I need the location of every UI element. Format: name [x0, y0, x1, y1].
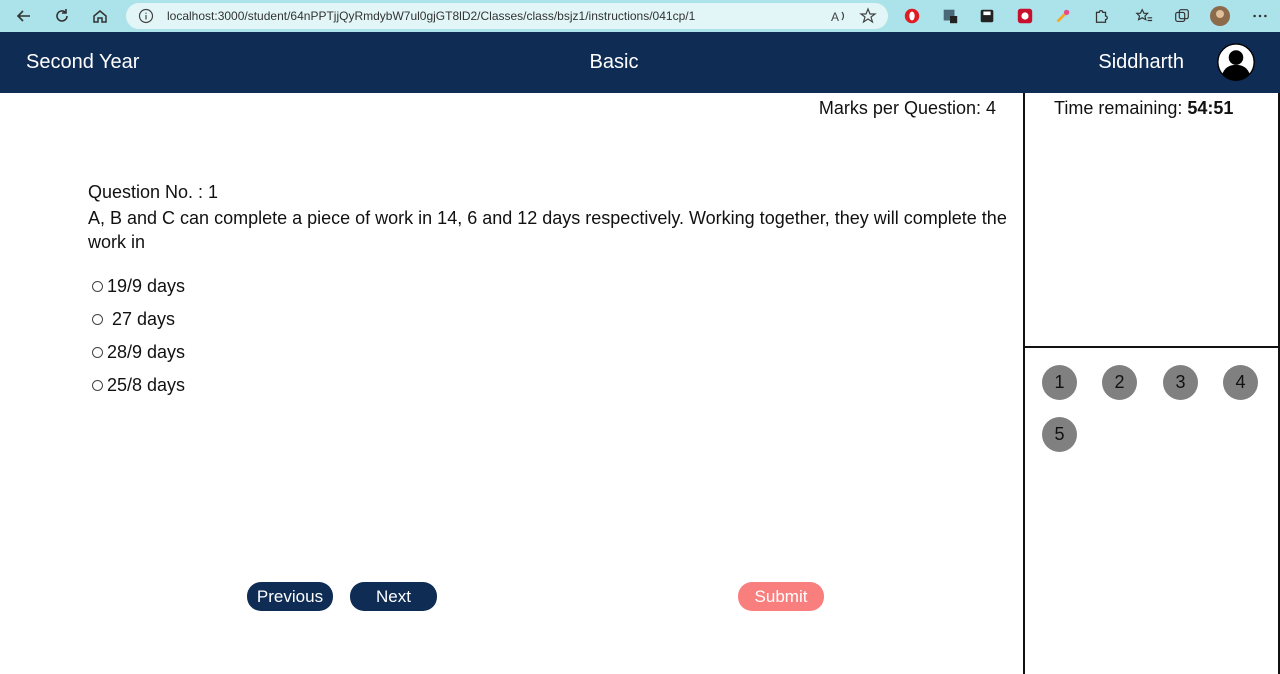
timer-value: 54:51 — [1187, 98, 1234, 118]
radio-button[interactable] — [92, 281, 103, 292]
option-label[interactable]: 28/9 days — [107, 342, 185, 363]
answer-options: 19/9 days 27 days 28/9 days 25/8 days — [92, 270, 185, 402]
profile-avatar-icon[interactable] — [1210, 6, 1230, 26]
sidebar-left-border — [1023, 93, 1025, 674]
option-label[interactable]: 25/8 days — [107, 375, 185, 396]
sidebar-divider — [1024, 346, 1280, 348]
question-number: Question No. : 1 — [88, 182, 219, 202]
question-nav-button[interactable]: 2 — [1102, 365, 1137, 400]
radio-button[interactable] — [92, 314, 103, 325]
question-nav-button[interactable]: 4 — [1223, 365, 1258, 400]
question-nav-button[interactable]: 5 — [1042, 417, 1077, 452]
home-icon[interactable] — [88, 4, 112, 28]
address-bar[interactable]: localhost:3000/student/64nPPTjjQyRmdybW7… — [126, 3, 888, 29]
save-extension-icon[interactable] — [977, 6, 997, 26]
color-picker-extension-icon[interactable] — [1053, 6, 1073, 26]
favorites-icon[interactable] — [1134, 6, 1154, 26]
timer: Time remaining: 54:51 — [1054, 98, 1233, 119]
red-extension-icon[interactable] — [1015, 6, 1035, 26]
opera-extension-icon[interactable] — [902, 6, 922, 26]
extension-icon[interactable] — [940, 6, 960, 26]
answer-option[interactable]: 27 days — [92, 303, 185, 336]
answer-option[interactable]: 19/9 days — [92, 270, 185, 303]
app-header: Second Year Basic Siddharth — [0, 32, 1280, 93]
question-nav-button[interactable]: 1 — [1042, 365, 1077, 400]
favorite-star-icon[interactable] — [859, 7, 877, 25]
marks-per-question: Marks per Question: 4 — [818, 98, 996, 118]
url-text[interactable]: localhost:3000/student/64nPPTjjQyRmdybW7… — [167, 9, 695, 23]
site-info-icon[interactable] — [138, 8, 154, 24]
submit-button[interactable]: Submit — [738, 582, 824, 611]
next-button[interactable]: Next — [350, 582, 437, 611]
browser-toolbar: localhost:3000/student/64nPPTjjQyRmdybW7… — [0, 0, 1280, 32]
answer-option[interactable]: 25/8 days — [92, 369, 185, 402]
previous-button[interactable]: Previous — [247, 582, 333, 611]
option-label[interactable]: 19/9 days — [107, 276, 185, 297]
question-nav-button[interactable]: 3 — [1163, 365, 1198, 400]
answer-option[interactable]: 28/9 days — [92, 336, 185, 369]
svg-text:A: A — [831, 10, 839, 24]
read-aloud-icon[interactable]: A — [830, 7, 848, 25]
option-label[interactable]: 27 days — [107, 309, 175, 330]
user-avatar-icon[interactable] — [1214, 43, 1258, 83]
test-name: Basic — [589, 51, 639, 73]
extensions-puzzle-icon[interactable] — [1091, 6, 1111, 26]
radio-button[interactable] — [92, 347, 103, 358]
more-menu-icon[interactable] — [1250, 6, 1270, 26]
user-name: Siddharth — [1098, 51, 1184, 73]
timer-label: Time remaining: — [1054, 98, 1183, 118]
refresh-icon[interactable] — [50, 4, 74, 28]
collections-icon[interactable] — [1172, 6, 1192, 26]
back-icon[interactable] — [12, 4, 36, 28]
question-text: A, B and C can complete a piece of work … — [88, 208, 1007, 252]
radio-button[interactable] — [92, 380, 103, 391]
